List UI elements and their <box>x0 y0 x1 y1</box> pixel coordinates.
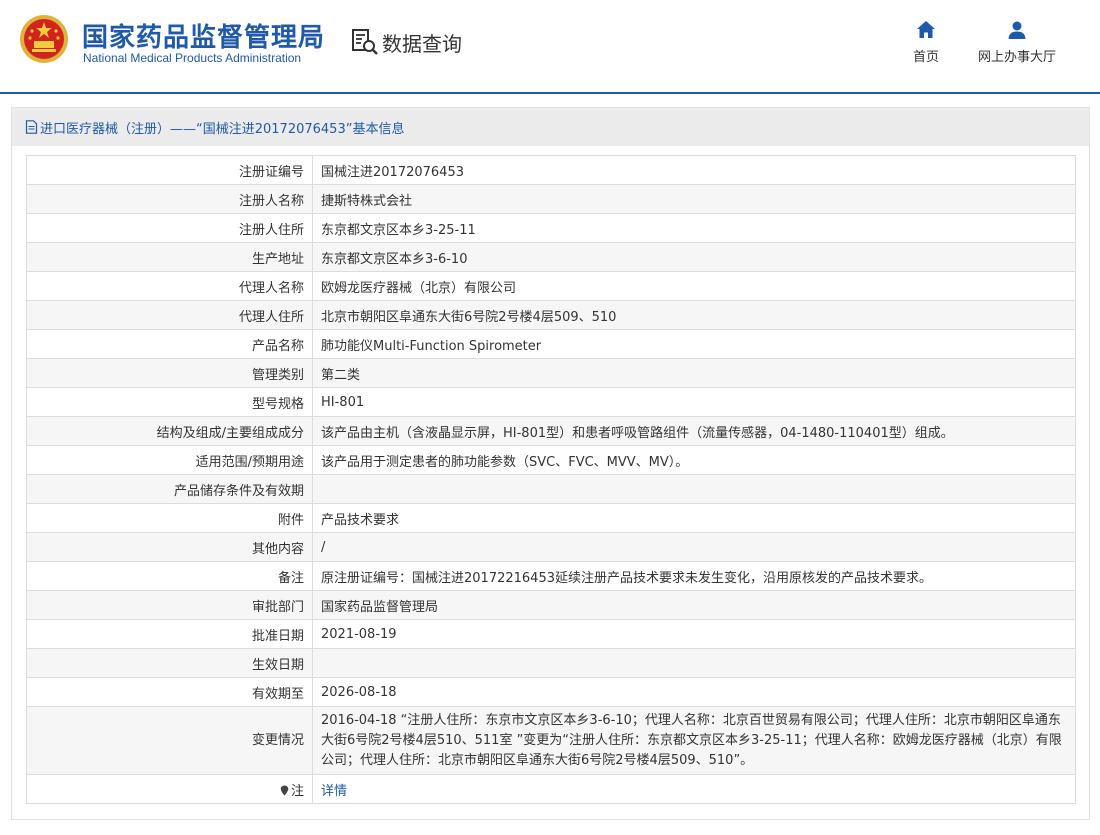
row-value: 该产品用于测定患者的肺功能参数（SVC、FVC、MVV、MV）。 <box>312 445 1076 475</box>
pin-icon <box>280 785 289 795</box>
row-value: 东京都文京区本乡3-6-10 <box>312 242 1076 272</box>
row-value: 第二类 <box>312 358 1076 388</box>
row-value: 东京都文京区本乡3-25-11 <box>312 213 1076 243</box>
national-emblem-logo <box>20 15 68 63</box>
panel-title: 进口医疗器械（注册）——“国械注进20172076453”基本信息 <box>40 121 405 137</box>
row-label: 产品储存条件及有效期 <box>26 474 313 504</box>
row-value: 捷斯特株式会社 <box>312 184 1076 214</box>
row-label: 批准日期 <box>26 619 313 649</box>
user-icon <box>1008 21 1026 39</box>
row-label: 管理类别 <box>26 358 313 388</box>
document-search-icon <box>352 29 378 55</box>
row-label: 生效日期 <box>26 648 313 678</box>
table-row: 适用范围/预期用途 该产品用于测定患者的肺功能参数（SVC、FVC、MVV、MV）… <box>26 445 1076 475</box>
table-row: 备注 原注册证编号：国械注进20172216453延续注册产品技术要求未发生变化，… <box>26 561 1076 591</box>
details-link[interactable]: 详情 <box>312 774 1076 804</box>
nav-home[interactable]: 首页 <box>909 20 943 65</box>
row-value: 肺功能仪Multi-Function Spirometer <box>312 329 1076 359</box>
table-row: 管理类别 第二类 <box>26 358 1076 388</box>
header-divider <box>0 92 1100 94</box>
row-label: 其他内容 <box>26 532 313 562</box>
site-title-en[interactable]: National Medical Products Administration <box>83 51 301 65</box>
row-value: 产品技术要求 <box>312 503 1076 533</box>
row-label: 适用范围/预期用途 <box>26 445 313 475</box>
row-value: 2026-08-18 <box>312 677 1076 707</box>
table-row: 产品储存条件及有效期 <box>26 474 1076 504</box>
row-label: 注册证编号 <box>26 155 313 185</box>
nav-home-label: 首页 <box>912 50 939 65</box>
row-value <box>312 474 1076 504</box>
table-row: 产品名称 肺功能仪Multi-Function Spirometer <box>26 329 1076 359</box>
site-title-cn[interactable]: 国家药品监督管理局 <box>82 17 325 54</box>
row-value: 2021-08-19 <box>312 619 1076 649</box>
table-row: 有效期至 2026-08-18 <box>26 677 1076 707</box>
nav-online-service-hall-label: 网上办事大厅 <box>977 50 1056 65</box>
row-label: 有效期至 <box>26 677 313 707</box>
table-row: 附件 产品技术要求 <box>26 503 1076 533</box>
row-label: 生产地址 <box>26 242 313 272</box>
row-value <box>312 648 1076 678</box>
row-value: 国械注进20172076453 <box>312 155 1076 185</box>
row-value: 原注册证编号：国械注进20172216453延续注册产品技术要求未发生变化，沿用… <box>312 561 1076 591</box>
table-row: 注册证编号 国械注进20172076453 <box>26 155 1076 185</box>
note-label: 注 <box>290 783 304 799</box>
note-label-cell: 注 <box>26 774 313 804</box>
site-header: 国家药品监督管理局 National Medical Products Admi… <box>0 0 1100 92</box>
nav-online-service-hall[interactable]: 网上办事大厅 <box>972 20 1062 65</box>
table-row: 生产地址 东京都文京区本乡3-6-10 <box>26 242 1076 272</box>
table-row: 审批部门 国家药品监督管理局 <box>26 590 1076 620</box>
table-row: 型号规格 HI-801 <box>26 387 1076 417</box>
row-value: 欧姆龙医疗器械（北京）有限公司 <box>312 271 1076 301</box>
row-value: 2016-04-18 “注册人住所：东京市文京区本乡3-6-10；代理人名称：北… <box>312 706 1076 775</box>
panel-header: 进口医疗器械（注册）——“国械注进20172076453”基本信息 <box>12 108 1089 146</box>
row-label: 变更情况 <box>26 706 313 775</box>
table-row: 结构及组成/主要组成成分 该产品由主机（含液晶显示屏，HI-801型）和患者呼吸管… <box>26 416 1076 446</box>
row-value: HI-801 <box>312 387 1076 417</box>
table-row: 代理人住所 北京市朝阳区阜通东大街6号院2号楼4层509、510 <box>26 300 1076 330</box>
data-query-label: 数据查询 <box>382 31 462 56</box>
home-icon <box>917 21 935 38</box>
detail-panel: 进口医疗器械（注册）——“国械注进20172076453”基本信息 注册证编号国… <box>11 107 1090 820</box>
row-label: 注册人住所 <box>26 213 313 243</box>
table-row: 生效日期 <box>26 648 1076 678</box>
row-label: 代理人名称 <box>26 271 313 301</box>
row-label: 备注 <box>26 561 313 591</box>
document-icon <box>25 120 38 134</box>
table-row: 注册人住所 东京都文京区本乡3-25-11 <box>26 213 1076 243</box>
row-value: 该产品由主机（含液晶显示屏，HI-801型）和患者呼吸管路组件（流量传感器，04… <box>312 416 1076 446</box>
row-label: 审批部门 <box>26 590 313 620</box>
table-row: 批准日期 2021-08-19 <box>26 619 1076 649</box>
table-row: 其他内容 / <box>26 532 1076 562</box>
row-value: 国家药品监督管理局 <box>312 590 1076 620</box>
data-query-heading: 数据查询 <box>350 27 462 57</box>
row-label: 代理人住所 <box>26 300 313 330</box>
row-value: 北京市朝阳区阜通东大街6号院2号楼4层509、510 <box>312 300 1076 330</box>
row-label: 结构及组成/主要组成成分 <box>26 416 313 446</box>
registration-info-table: 注册证编号 国械注进20172076453 注册人名称 捷斯特株式会社 注册人住所 东京都… <box>26 155 1076 804</box>
table-row: 注册人名称 捷斯特株式会社 <box>26 184 1076 214</box>
table-row: 代理人名称 欧姆龙医疗器械（北京）有限公司 <box>26 271 1076 301</box>
row-label: 注册人名称 <box>26 184 313 214</box>
row-label: 附件 <box>26 503 313 533</box>
row-label: 产品名称 <box>26 329 313 359</box>
table-row: 变更情况 2016-04-18 “注册人住所：东京市文京区本乡3-6-10；代理人… <box>26 706 1076 775</box>
note-row: 注详情 <box>26 774 1076 804</box>
row-label: 型号规格 <box>26 387 313 417</box>
row-value: / <box>312 532 1076 562</box>
